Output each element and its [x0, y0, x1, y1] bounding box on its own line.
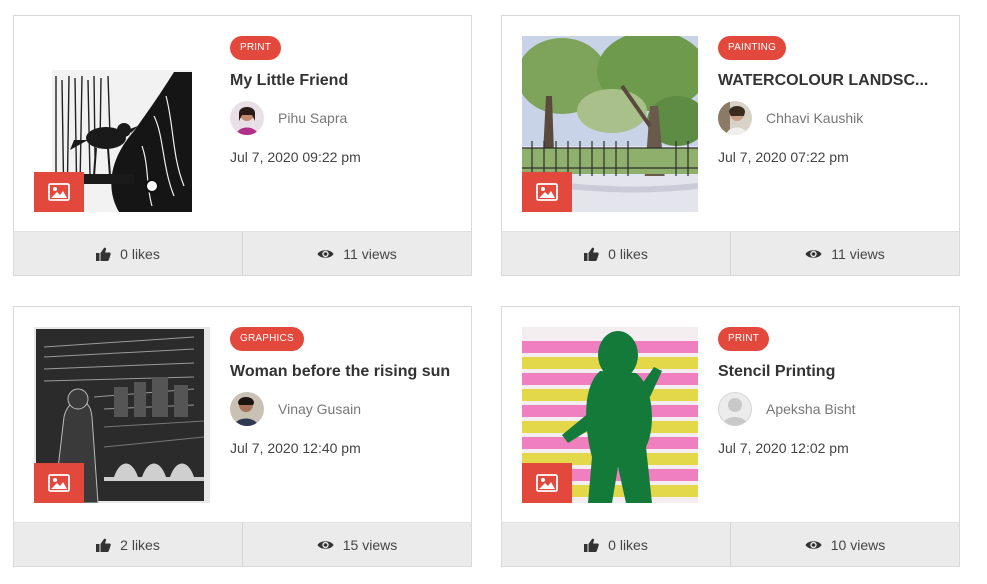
like-count: 0 [608, 245, 616, 262]
author-name: Pihu Sapra [278, 110, 348, 126]
image-format-badge[interactable] [34, 463, 84, 503]
category-badge[interactable]: GRAPHICS [230, 327, 304, 351]
author-name: Apeksha Bisht [766, 401, 856, 417]
view-count-area: 10 views [730, 523, 959, 566]
post-title[interactable]: My Little Friend [230, 72, 457, 90]
default-user-avatar [718, 392, 752, 426]
views-label: views [361, 245, 397, 262]
view-count: 11 [343, 245, 358, 262]
avatar [718, 392, 752, 426]
post-stats-bar: 0 likes 11 views [502, 231, 959, 275]
view-count-area: 15 views [242, 523, 471, 566]
like-button[interactable]: 2 likes [14, 523, 242, 566]
avatar [230, 392, 264, 426]
image-format-badge[interactable] [522, 172, 572, 212]
man-portrait-avatar [230, 392, 264, 426]
post-card: PAINTING WATERCOLOUR LANDSC... Chhavi Ka… [501, 15, 960, 276]
author-link[interactable]: Vinay Gusain [230, 392, 457, 426]
post-stats-bar: 2 likes 15 views [14, 522, 471, 566]
image-icon [536, 183, 558, 201]
views-label: views [849, 245, 885, 262]
category-badge[interactable]: PAINTING [718, 36, 787, 60]
eye-icon [317, 249, 334, 258]
author-link[interactable]: Chhavi Kaushik [718, 101, 945, 135]
view-count: 15 [342, 536, 359, 553]
avatar [230, 101, 264, 135]
like-button[interactable]: 0 likes [502, 232, 730, 275]
views-label: views [362, 536, 398, 553]
eye-icon [805, 540, 822, 549]
post-title[interactable]: Stencil Printing [718, 363, 945, 381]
post-title[interactable]: Woman before the rising sun [230, 363, 457, 381]
thumbs-up-icon [584, 247, 599, 261]
author-name: Vinay Gusain [278, 401, 362, 417]
thumbs-up-icon [96, 247, 111, 261]
image-icon [48, 474, 70, 492]
likes-label: likes [131, 245, 160, 262]
views-label: views [850, 536, 886, 553]
post-stats-bar: 0 likes 10 views [502, 522, 959, 566]
post-card: PRINT My Little Friend Pihu Sapra Jul 7,… [13, 15, 472, 276]
view-count-area: 11 views [730, 232, 959, 275]
eye-icon [317, 540, 334, 549]
post-card: PRINT Stencil Printing Apeksha Bisht Jul… [501, 306, 960, 567]
post-date: Jul 7, 2020 09:22 pm [230, 149, 361, 165]
thumbs-up-icon [96, 538, 111, 552]
author-link[interactable]: Pihu Sapra [230, 101, 457, 135]
view-count: 10 [830, 536, 847, 553]
likes-label: likes [619, 245, 648, 262]
view-count-area: 11 views [242, 232, 471, 275]
post-date: Jul 7, 2020 07:22 pm [718, 149, 849, 165]
author-name: Chhavi Kaushik [766, 110, 864, 126]
post-thumbnail[interactable] [522, 327, 698, 503]
avatar [718, 101, 752, 135]
post-thumbnail[interactable] [522, 36, 698, 212]
image-icon [48, 183, 70, 201]
like-count: 2 [120, 536, 128, 553]
likes-label: likes [131, 536, 160, 553]
image-icon [536, 474, 558, 492]
image-format-badge[interactable] [34, 172, 84, 212]
person-portrait-avatar [718, 101, 752, 135]
post-title[interactable]: WATERCOLOUR LANDSC... [718, 72, 945, 90]
thumbs-up-icon [584, 538, 599, 552]
post-date: Jul 7, 2020 12:40 pm [230, 440, 361, 456]
post-thumbnail[interactable] [34, 327, 210, 503]
post-thumbnail[interactable] [34, 36, 210, 212]
like-count: 0 [120, 245, 128, 262]
view-count: 11 [831, 245, 846, 262]
image-format-badge[interactable] [522, 463, 572, 503]
category-badge[interactable]: PRINT [230, 36, 281, 60]
post-date: Jul 7, 2020 12:02 pm [718, 440, 849, 456]
author-link[interactable]: Apeksha Bisht [718, 392, 945, 426]
eye-icon [805, 249, 822, 258]
likes-label: likes [619, 536, 648, 553]
like-button[interactable]: 0 likes [502, 523, 730, 566]
like-button[interactable]: 0 likes [14, 232, 242, 275]
like-count: 0 [608, 536, 616, 553]
girl-portrait-avatar [230, 101, 264, 135]
post-stats-bar: 0 likes 11 views [14, 231, 471, 275]
category-badge[interactable]: PRINT [718, 327, 769, 351]
post-card: GRAPHICS Woman before the rising sun Vin… [13, 306, 472, 567]
